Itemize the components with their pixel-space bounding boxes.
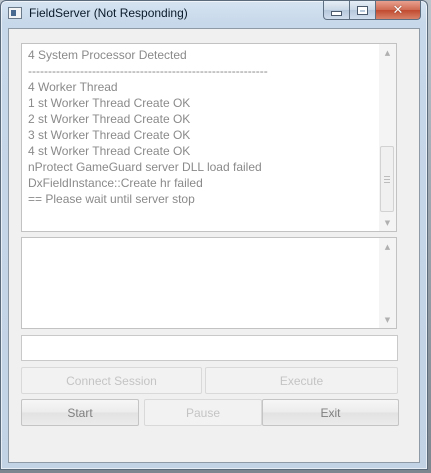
minimize-button[interactable] (323, 1, 350, 20)
client-area: 4 System Processor Detected ------------… (8, 28, 420, 463)
exit-button[interactable]: Exit (262, 399, 399, 426)
log-line: 2 st Worker Thread Create OK (28, 112, 191, 126)
secondary-listbox[interactable]: ▲ ▼ (21, 237, 397, 329)
log-listbox[interactable]: 4 System Processor Detected ------------… (21, 43, 397, 232)
scroll-up-arrow-icon[interactable]: ▲ (379, 238, 396, 255)
command-input[interactable] (21, 335, 398, 361)
log-line: nProtect GameGuard server DLL load faile… (28, 160, 262, 174)
caption-buttons: ✕ (323, 1, 421, 20)
maximize-button[interactable] (350, 1, 376, 20)
secondary-scrollbar[interactable]: ▲ ▼ (379, 238, 396, 328)
log-scrollbar[interactable]: ▲ ▼ (379, 44, 396, 231)
title-bar[interactable]: FieldServer (Not Responding) ✕ (1, 1, 427, 27)
maximize-icon (358, 6, 367, 14)
scroll-down-arrow-icon[interactable]: ▼ (379, 311, 396, 328)
log-line: 1 st Worker Thread Create OK (28, 96, 191, 110)
log-line: 3 st Worker Thread Create OK (28, 128, 191, 142)
log-line: 4 System Processor Detected (28, 48, 187, 62)
log-line: == Please wait until server stop (28, 192, 195, 206)
log-lines: 4 System Processor Detected ------------… (28, 47, 376, 207)
log-line: 4 st Worker Thread Create OK (28, 144, 191, 158)
minimize-icon (332, 11, 341, 15)
log-line: ----------------------------------------… (28, 64, 268, 78)
scroll-down-arrow-icon[interactable]: ▼ (379, 214, 396, 231)
scroll-up-arrow-icon[interactable]: ▲ (379, 44, 396, 61)
close-button[interactable]: ✕ (376, 1, 421, 20)
scrollbar-thumb[interactable] (380, 146, 394, 212)
log-line: DxFieldInstance::Create hr failed (28, 176, 203, 190)
close-icon: ✕ (392, 2, 404, 18)
execute-button[interactable]: Execute (205, 367, 398, 394)
start-button[interactable]: Start (21, 399, 139, 426)
window-title: FieldServer (Not Responding) (29, 6, 188, 20)
pause-button[interactable]: Pause (144, 399, 262, 426)
fieldserver-window: FieldServer (Not Responding) ✕ 4 System … (0, 0, 428, 470)
scrollbar-grip-icon (384, 175, 390, 183)
connect-session-button[interactable]: Connect Session (21, 367, 202, 394)
log-line: 4 Worker Thread (28, 80, 118, 94)
app-window-icon[interactable] (8, 7, 22, 19)
